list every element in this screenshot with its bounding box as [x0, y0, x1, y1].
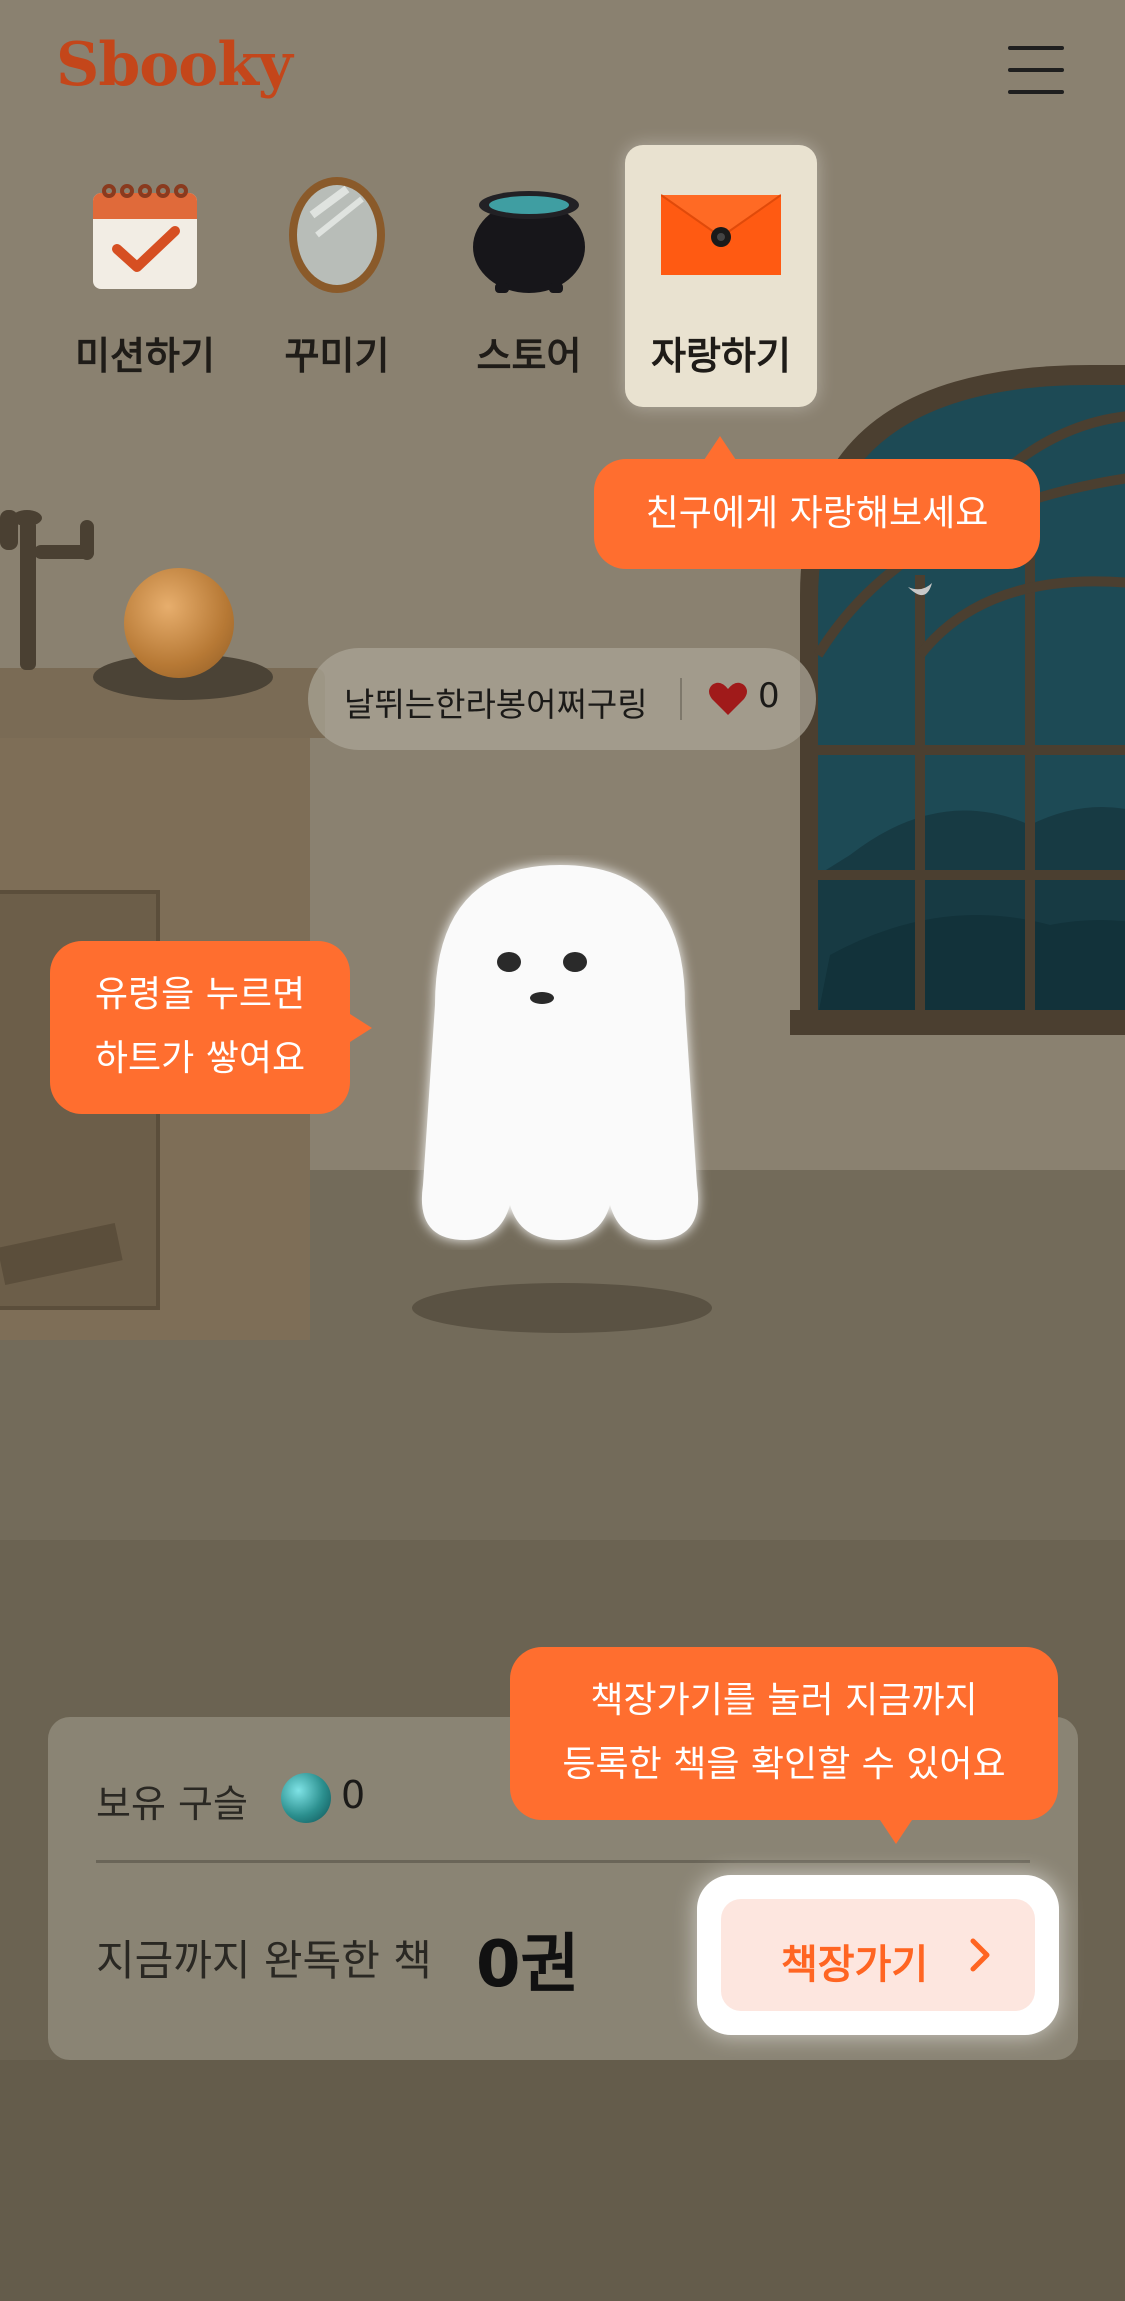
nav-label: 미션하기	[75, 334, 215, 378]
mirror-icon	[277, 175, 397, 295]
arched-window	[790, 355, 1125, 1035]
cauldron-icon	[469, 175, 589, 295]
bookshelf-tooltip-line1: 책장가기를 눌러 지금까지	[590, 1680, 978, 1721]
nav-item-store[interactable]: 스토어	[433, 145, 625, 407]
pill-divider	[680, 678, 682, 720]
nav-item-mission[interactable]: 미션하기	[49, 145, 241, 407]
ghost-tooltip-line1: 유령을 누르면	[94, 974, 306, 1015]
tooltip-arrow	[350, 1014, 372, 1042]
calendar-check-icon	[85, 175, 205, 295]
nav-label: 꾸미기	[284, 334, 390, 378]
share-tooltip: 친구에게 자랑해보세요	[594, 459, 1040, 569]
candelabra-arm	[80, 520, 94, 560]
candelabra-cup	[12, 510, 42, 526]
nav-label: 스토어	[476, 334, 582, 378]
nickname: 날뛰는한라봉어쩌구링	[344, 685, 648, 724]
bookshelf-button-highlight: 책장가기	[697, 1875, 1059, 2035]
panel-divider	[96, 1860, 1030, 1863]
tooltip-arrow	[880, 1820, 912, 1844]
app-logo[interactable]: Sbooky	[56, 30, 293, 100]
read-label: 지금까지 완독한 책	[96, 1936, 432, 1985]
ghost-character[interactable]	[405, 855, 715, 1250]
bookshelf-tooltip-line2: 등록한 책을 확인할 수 있어요	[562, 1744, 1006, 1785]
home-screen: Sbooky 미션하기 꾸미기 스토어 자랑하기 친구에게 자랑해보세요 날뛰는…	[0, 0, 1125, 2301]
share-tooltip-text: 친구에게 자랑해보세요	[645, 493, 989, 534]
ghost-tooltip-line2: 하트가 쌓여요	[94, 1038, 306, 1079]
like-count: 0	[758, 676, 780, 716]
tooltip-arrow	[704, 436, 736, 460]
envelope-icon	[660, 175, 782, 295]
nav-item-share[interactable]: 자랑하기	[625, 145, 817, 407]
beads-count: 0	[341, 1773, 366, 1817]
bookshelf-button-label: 책장가기	[781, 1942, 929, 1988]
ghost-tooltip: 유령을 누르면 하트가 쌓여요	[50, 941, 350, 1114]
heart-icon	[709, 682, 747, 715]
ghost-shadow	[412, 1283, 712, 1333]
profile-pill: 날뛰는한라봉어쩌구링 0	[308, 648, 816, 750]
candelabra	[20, 520, 36, 670]
bookshelf-tooltip: 책장가기를 눌러 지금까지 등록한 책을 확인할 수 있어요	[510, 1647, 1058, 1820]
marble-icon	[281, 1773, 331, 1823]
bookshelf-button[interactable]: 책장가기	[721, 1899, 1035, 2011]
hamburger-menu-icon[interactable]	[1008, 44, 1064, 96]
room-floor-bottom	[0, 2060, 1125, 2301]
nav-label: 자랑하기	[651, 334, 791, 378]
crystal-ball	[124, 568, 234, 678]
chevron-right-icon	[970, 1938, 990, 1972]
beads-label: 보유 구슬	[96, 1782, 248, 1826]
nav-item-decorate[interactable]: 꾸미기	[241, 145, 433, 407]
read-count: 0권	[476, 1928, 580, 2002]
